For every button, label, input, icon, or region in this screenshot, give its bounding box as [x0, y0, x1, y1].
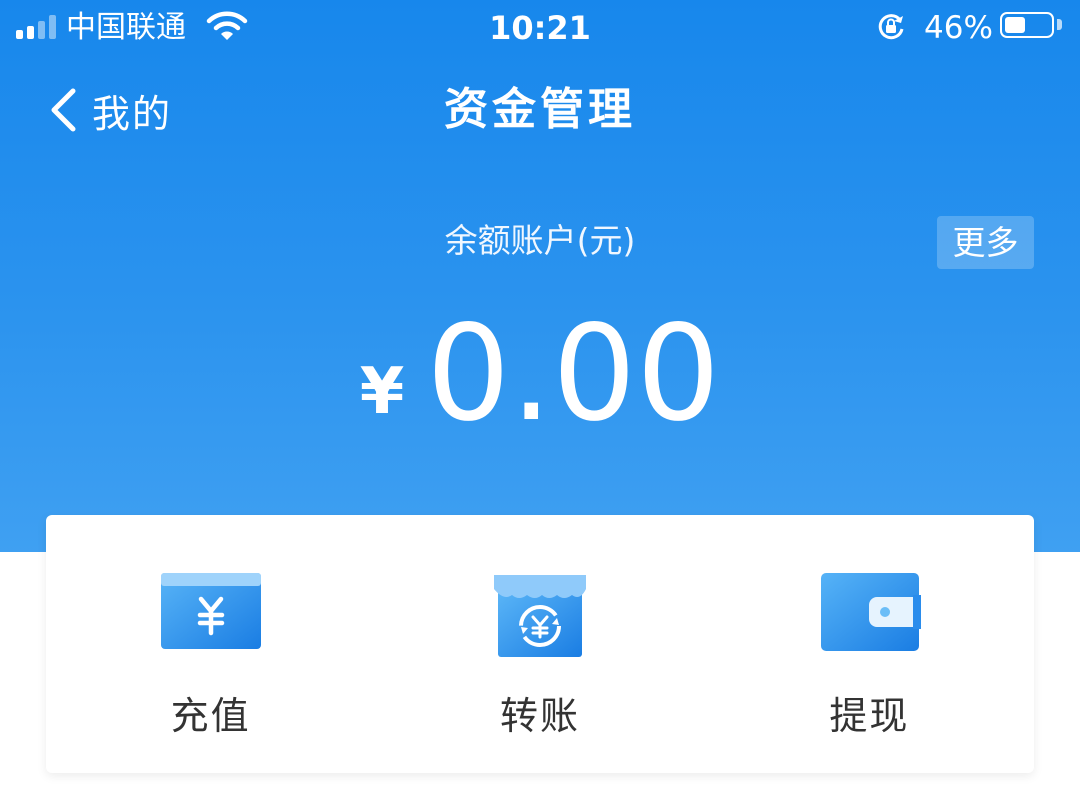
status-bar: 中国联通 10:21 46% [0, 0, 1080, 56]
transfer-shop-icon [493, 575, 586, 657]
recharge-label: 充值 [170, 694, 251, 738]
currency-symbol: ¥ [359, 355, 405, 429]
wallet-icon [821, 573, 922, 651]
recharge-button[interactable]: 充值 [46, 515, 375, 773]
transfer-label: 转账 [499, 694, 580, 738]
battery-icon [1000, 12, 1054, 38]
fund-actions-card: 充值 转账 提现 [46, 515, 1034, 773]
withdraw-button[interactable]: 提现 [705, 515, 1034, 773]
withdraw-label: 提现 [829, 694, 910, 738]
battery-level-fill [1005, 17, 1025, 33]
status-time: 10:21 [489, 9, 591, 47]
rotation-lock-icon [878, 14, 904, 40]
recharge-card-icon [160, 573, 261, 649]
page-title: 资金管理 [444, 84, 636, 135]
more-button[interactable]: 更多 [937, 216, 1034, 269]
balance-amount: 0.00 [426, 297, 721, 451]
transfer-button[interactable]: 转账 [375, 515, 704, 773]
battery-tip [1057, 19, 1062, 30]
battery-percent: 46% [924, 10, 993, 46]
balance-display: ¥ 0.00 [0, 300, 1080, 440]
balance-account-label: 余额账户(元) [444, 221, 636, 260]
